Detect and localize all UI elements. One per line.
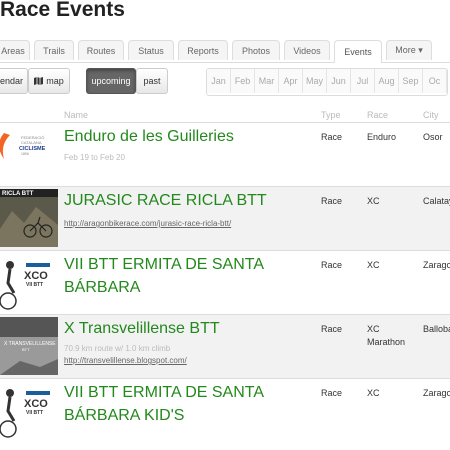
svg-text:XCO: XCO: [24, 398, 48, 410]
xco-vii-btt-kids-poster-image: XCO VII BTT: [0, 381, 58, 439]
map-icon: [34, 77, 44, 85]
event-type: Race: [321, 388, 343, 398]
svg-text:CATALANA: CATALANA: [21, 140, 42, 145]
tab-routes[interactable]: Routes: [78, 40, 124, 60]
column-header-name[interactable]: Name: [64, 110, 88, 120]
month-jun-button[interactable]: Jun: [327, 69, 351, 93]
month-apr-button[interactable]: Apr: [279, 69, 303, 93]
federacio-catalana-ciclisme-logo: FEDERACIÓ CATALANA CICLISME 1896: [0, 125, 58, 183]
event-type: Race: [321, 260, 343, 270]
tab-more-dropdown[interactable]: More ▾: [386, 40, 432, 60]
event-city: Zaragoz: [423, 260, 450, 270]
map-view-button[interactable]: map: [28, 68, 70, 94]
event-race-type: XC: [367, 260, 380, 270]
event-row[interactable]: RICLA BTT JURASIC RACE RICLA BTT http://…: [0, 186, 450, 250]
month-oct-button[interactable]: Oc: [423, 69, 447, 93]
event-city: Zaragoz: [423, 388, 450, 398]
event-race-type: XC Marathon: [367, 324, 406, 347]
event-type: Race: [321, 196, 343, 206]
tab-reports[interactable]: Reports: [178, 40, 228, 60]
tab-status[interactable]: Status: [128, 40, 174, 60]
tab-events[interactable]: Events: [334, 40, 382, 63]
event-name-link[interactable]: Enduro de les Guilleries: [64, 125, 314, 148]
svg-text:BTT: BTT: [22, 347, 30, 352]
event-row[interactable]: X TRANSVELILLENSE BTT X Transvelillense …: [0, 314, 450, 378]
svg-text:X TRANSVELILLENSE: X TRANSVELILLENSE: [4, 341, 56, 347]
column-header-type[interactable]: Type: [321, 110, 341, 120]
calendar-view-button[interactable]: endar: [0, 68, 28, 94]
event-race-type: XC: [367, 196, 380, 206]
svg-text:1896: 1896: [21, 152, 29, 156]
page-title: Race Events: [0, 0, 125, 21]
transvelillense-poster-image: X TRANSVELILLENSE BTT: [0, 317, 58, 375]
svg-text:VII BTT: VII BTT: [26, 410, 43, 416]
column-header-city[interactable]: City: [423, 110, 439, 120]
event-race-type: XC: [367, 388, 380, 398]
event-distance: 70.9 km route w/ 1.0 km climb: [64, 344, 171, 353]
event-dates: Feb 19 to Feb 20: [64, 153, 125, 162]
month-feb-button[interactable]: Feb: [231, 69, 255, 93]
tab-bar: Areas Trails Routes Status Reports Photo…: [0, 40, 450, 63]
event-type: Race: [321, 324, 343, 334]
svg-text:XCO: XCO: [24, 270, 48, 282]
table-header: Name Type Race City: [0, 106, 450, 122]
past-filter-button[interactable]: past: [136, 68, 168, 94]
month-may-button[interactable]: May: [303, 69, 327, 93]
month-sep-button[interactable]: Sep: [399, 69, 423, 93]
event-race-type: Enduro: [367, 132, 397, 142]
month-jan-button[interactable]: Jan: [207, 69, 231, 93]
column-header-race[interactable]: Race: [367, 110, 388, 120]
tab-videos[interactable]: Videos: [284, 40, 330, 60]
svg-text:VII BTT: VII BTT: [26, 282, 43, 288]
event-row[interactable]: XCO VII BTT VII BTT ERMITA DE SANTA BÁRB…: [0, 250, 450, 314]
month-aug-button[interactable]: Aug: [375, 69, 399, 93]
tab-trails[interactable]: Trails: [34, 40, 74, 60]
month-jul-button[interactable]: Jul: [351, 69, 375, 93]
month-filter: Jan Feb Mar Apr May Jun Jul Aug Sep Oc: [206, 68, 448, 96]
event-name-link[interactable]: JURASIC RACE RICLA BTT: [64, 189, 314, 212]
event-city: Osor: [423, 132, 443, 142]
event-website-link[interactable]: http://aragonbikerace.com/jurasic-race-r…: [64, 219, 231, 228]
event-city: Balloba: [423, 324, 450, 334]
tab-areas[interactable]: Areas: [0, 40, 30, 60]
svg-text:RICLA BTT: RICLA BTT: [2, 191, 34, 197]
event-city: Calatay: [423, 196, 450, 206]
xco-vii-btt-poster-image: XCO VII BTT: [0, 253, 58, 311]
event-row[interactable]: FEDERACIÓ CATALANA CICLISME 1896 Enduro …: [0, 122, 450, 186]
event-name-link[interactable]: VII BTT ERMITA DE SANTA BÁRBARA KID'S: [64, 381, 314, 427]
map-label: map: [46, 76, 64, 86]
event-name-link[interactable]: VII BTT ERMITA DE SANTA BÁRBARA: [64, 253, 314, 299]
calendar-label: endar: [0, 76, 23, 86]
upcoming-filter-button[interactable]: upcoming: [86, 68, 136, 94]
event-toolbar: endar map upcoming past Jan Feb Mar Apr …: [0, 68, 450, 96]
event-website-link[interactable]: http://transvelillense.blogspot.com/: [64, 356, 187, 365]
event-name-link[interactable]: X Transvelillense BTT: [64, 317, 314, 340]
month-mar-button[interactable]: Mar: [255, 69, 279, 93]
ricla-btt-poster-image: RICLA BTT: [0, 189, 58, 247]
event-row[interactable]: XCO VII BTT VII BTT ERMITA DE SANTA BÁRB…: [0, 378, 450, 450]
tab-photos[interactable]: Photos: [232, 40, 280, 60]
event-type: Race: [321, 132, 343, 142]
